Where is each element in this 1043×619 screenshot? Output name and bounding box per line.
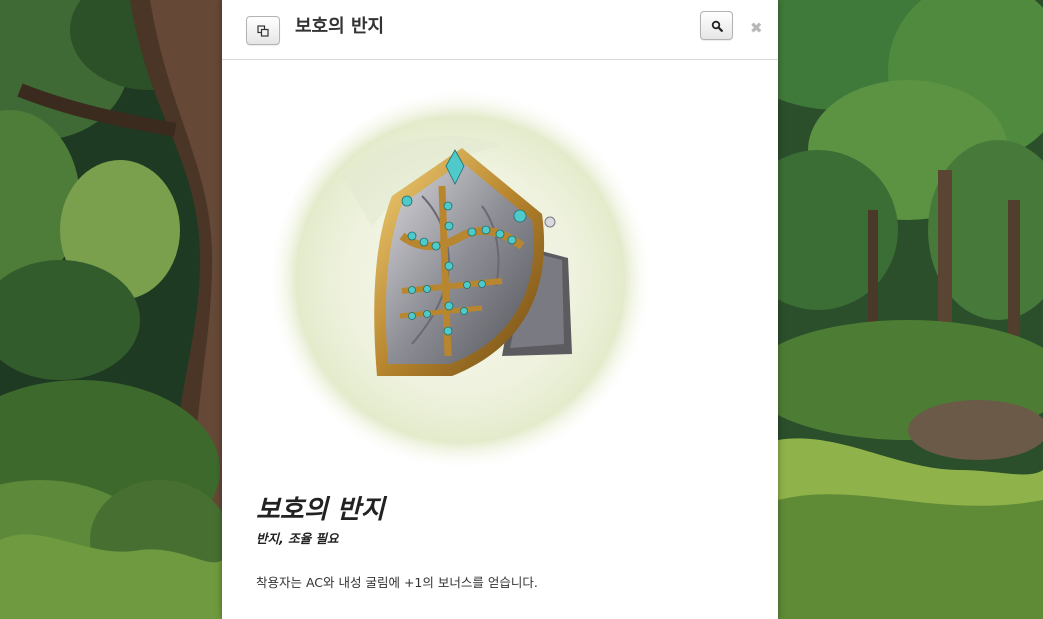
copy-button[interactable] [246,16,280,45]
copy-icon [257,24,269,37]
item-card-modal: 보호의 반지 ✖ 보호의 반지 반지, 조율 필요 착용자는 AC와 내성 굴림… [222,0,778,619]
forest-background-left [0,0,222,619]
modal-header: 보호의 반지 ✖ [222,0,778,60]
close-icon[interactable]: ✖ [750,20,763,36]
modal-title: 보호의 반지 [295,16,385,37]
ring-of-protection-image [267,87,654,472]
forest-background-right [778,0,1043,619]
item-description: 착용자는 AC와 내성 굴림에 +1의 보너스를 얻습니다. [256,575,538,590]
item-name: 보호의 반지 [256,495,385,525]
search-icon [711,20,723,32]
app-scene: 보호의 반지 ✖ 보호의 반지 반지, 조율 필요 착용자는 AC와 내성 굴림… [0,0,1043,619]
item-type-line: 반지, 조율 필요 [256,531,339,546]
search-button[interactable] [700,11,733,40]
